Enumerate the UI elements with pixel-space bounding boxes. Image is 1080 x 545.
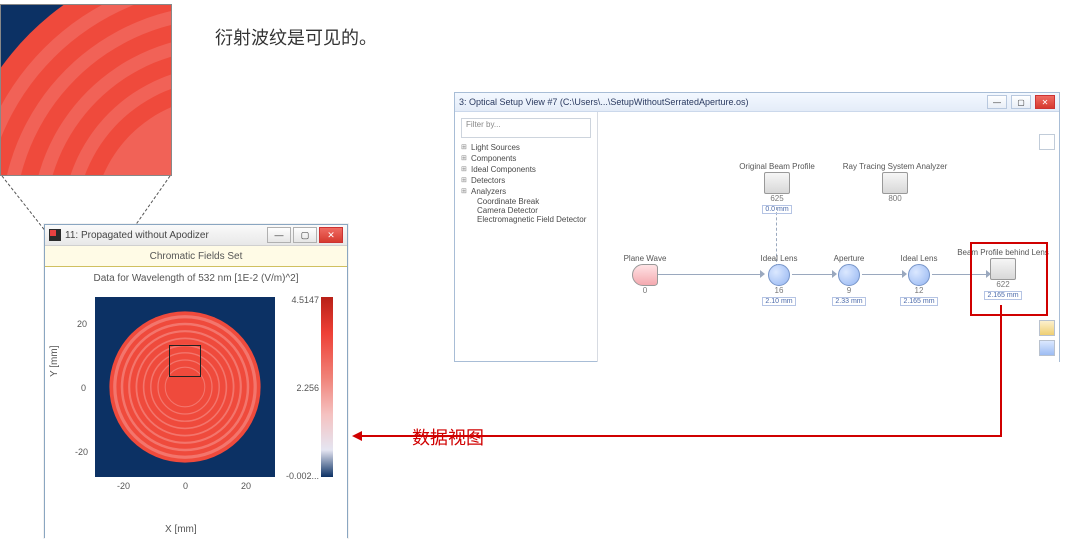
fields-viewer-window: 11: Propagated without Apodizer — ▢ ✕ Ch… [44,224,348,538]
layout-button[interactable] [1039,340,1055,356]
y-tick: -20 [75,447,88,457]
tree-item[interactable]: Ideal Components [461,164,591,175]
tree-item[interactable]: Analyzers [461,186,591,197]
x-tick: -20 [117,481,130,491]
maximize-button[interactable]: ▢ [1011,95,1031,109]
tree-subitem[interactable]: Camera Detector [461,206,591,215]
fields-window-titlebar[interactable]: 11: Propagated without Apodizer — ▢ ✕ [45,225,347,246]
close-button[interactable]: ✕ [1035,95,1055,109]
lens-icon [908,264,930,286]
node-ideal-lens-1[interactable]: Ideal Lens 16 2.10 mm [752,254,806,306]
y-axis-title: Y [mm] [49,346,60,377]
lens-icon [768,264,790,286]
zoom-fit-button[interactable] [1039,320,1055,336]
app-icon [49,229,61,241]
aperture-icon [838,264,860,286]
red-arrow-segment [1000,305,1002,435]
highlight-selection-box [970,242,1048,316]
x-tick: 20 [241,481,251,491]
colorbar [321,297,333,477]
setup-window-titlebar[interactable]: 3: Optical Setup View #7 (C:\Users\...\S… [455,93,1059,112]
minimize-button[interactable]: — [987,95,1007,109]
colorbar-min-label: -0.002... [286,471,319,481]
y-tick: 20 [77,319,87,329]
tree-subitem[interactable]: Coordinate Break [461,197,591,206]
optical-graph-canvas[interactable]: Plane Wave 0 Original Beam Profile 625 0… [598,112,1059,362]
chromatic-fields-tab[interactable]: Chromatic Fields Set [45,246,347,267]
fields-window-title: 11: Propagated without Apodizer [65,230,263,241]
diffraction-ripple-zoom [0,4,172,176]
fields-chart-body: Data for Wavelength of 532 nm [1E-2 (V/m… [45,267,347,539]
node-original-beam-profile[interactable]: Original Beam Profile 625 0.0 mm [750,162,804,214]
chart-subtitle: Data for Wavelength of 532 nm [1E-2 (V/m… [45,273,347,284]
toolbar-home-button[interactable] [1039,134,1055,150]
tree-item[interactable]: Detectors [461,175,591,186]
node-aperture[interactable]: Aperture 9 2.33 mm [822,254,876,306]
wave-source-icon [632,264,658,286]
setup-window-title: 3: Optical Setup View #7 (C:\Users\...\S… [459,97,983,107]
optical-setup-window: 3: Optical Setup View #7 (C:\Users\...\S… [454,92,1060,362]
tree-subitem[interactable]: Electromagnetic Field Detector [461,215,591,224]
close-button[interactable]: ✕ [319,227,343,243]
heatmap-plot[interactable] [95,297,275,477]
filter-input[interactable]: Filter by... [461,118,591,138]
detector-icon [764,172,790,194]
y-tick: 0 [81,383,86,393]
x-tick: 0 [183,481,188,491]
colorbar-mid-label: 2.256 [296,383,319,393]
tree-item[interactable]: Components [461,153,591,164]
analyzer-icon [882,172,908,194]
node-plane-wave[interactable]: Plane Wave 0 [618,254,672,295]
x-axis-title: X [mm] [165,524,197,535]
node-ideal-lens-2[interactable]: Ideal Lens 12 2.165 mm [892,254,946,306]
data-view-annotation: 数据视图 [412,424,484,450]
red-arrowhead-icon [352,431,362,441]
minimize-button[interactable]: — [267,227,291,243]
maximize-button[interactable]: ▢ [293,227,317,243]
ripple-svg [1,5,171,175]
red-arrow-segment [362,435,1002,437]
component-tree-panel: Filter by... Light Sources Components Id… [455,112,598,362]
zoom-rectangle [169,345,201,377]
ripple-annotation: 衍射波纹是可见的。 [215,24,377,50]
node-ray-tracing-analyzer[interactable]: Ray Tracing System Analyzer 800 [868,162,922,203]
colorbar-max-label: 4.5147 [291,295,319,305]
tree-item[interactable]: Light Sources [461,142,591,153]
